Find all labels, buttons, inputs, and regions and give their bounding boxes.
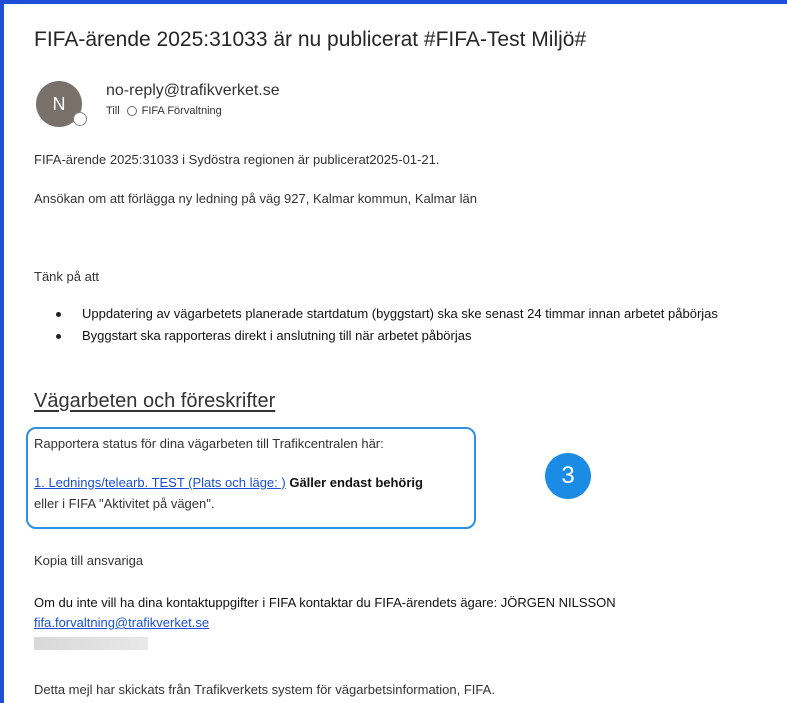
redacted-block bbox=[34, 637, 148, 650]
list-item: Uppdatering av vägarbetets planerade sta… bbox=[56, 304, 718, 326]
report-alternative-text: eller i FIFA "Aktivitet på vägen". bbox=[34, 496, 215, 511]
email-window: FIFA-ärende 2025:31033 är nu publicerat … bbox=[0, 0, 787, 703]
to-label: Till bbox=[106, 105, 120, 117]
sender-address[interactable]: no-reply@trafikverket.se bbox=[106, 82, 280, 100]
think-label: Tänk på att bbox=[34, 269, 100, 284]
recipient-name[interactable]: FIFA Förvaltning bbox=[142, 105, 222, 117]
contact-email-link[interactable]: fifa.forvaltning@trafikverket.se bbox=[34, 615, 209, 630]
presence-status-icon bbox=[73, 112, 87, 126]
authorized-only-note: Gäller endast behörig bbox=[289, 475, 423, 490]
footer-text: Detta mejl har skickats från Trafikverke… bbox=[34, 682, 495, 697]
avatar-initial: N bbox=[52, 93, 66, 114]
report-status-link[interactable]: 1. Lednings/telearb. TEST (Plats och läg… bbox=[34, 475, 286, 490]
step-number-badge: 3 bbox=[545, 453, 591, 499]
case-published-line: FIFA-ärende 2025:31033 i Sydöstra region… bbox=[34, 152, 440, 167]
report-link-line: 1. Lednings/telearb. TEST (Plats och läg… bbox=[34, 475, 423, 490]
section-heading: Vägarbeten och föreskrifter bbox=[34, 390, 276, 412]
presence-circle-icon bbox=[126, 106, 137, 116]
list-item: Byggstart ska rapporteras direkt i anslu… bbox=[56, 326, 718, 348]
report-status-text: Rapportera status för dina vägarbeten ti… bbox=[34, 436, 384, 451]
recipient-line: Till FIFA Förvaltning bbox=[106, 105, 222, 117]
contact-owner-text: Om du inte vill ha dina kontaktuppgifter… bbox=[34, 595, 616, 610]
copy-to-responsible-label: Kopia till ansvariga bbox=[34, 553, 144, 568]
application-description: Ansökan om att förlägga ny ledning på vä… bbox=[34, 191, 477, 206]
email-subject: FIFA-ärende 2025:31033 är nu publicerat … bbox=[34, 28, 587, 51]
reminder-list: Uppdatering av vägarbetets planerade sta… bbox=[56, 304, 718, 348]
